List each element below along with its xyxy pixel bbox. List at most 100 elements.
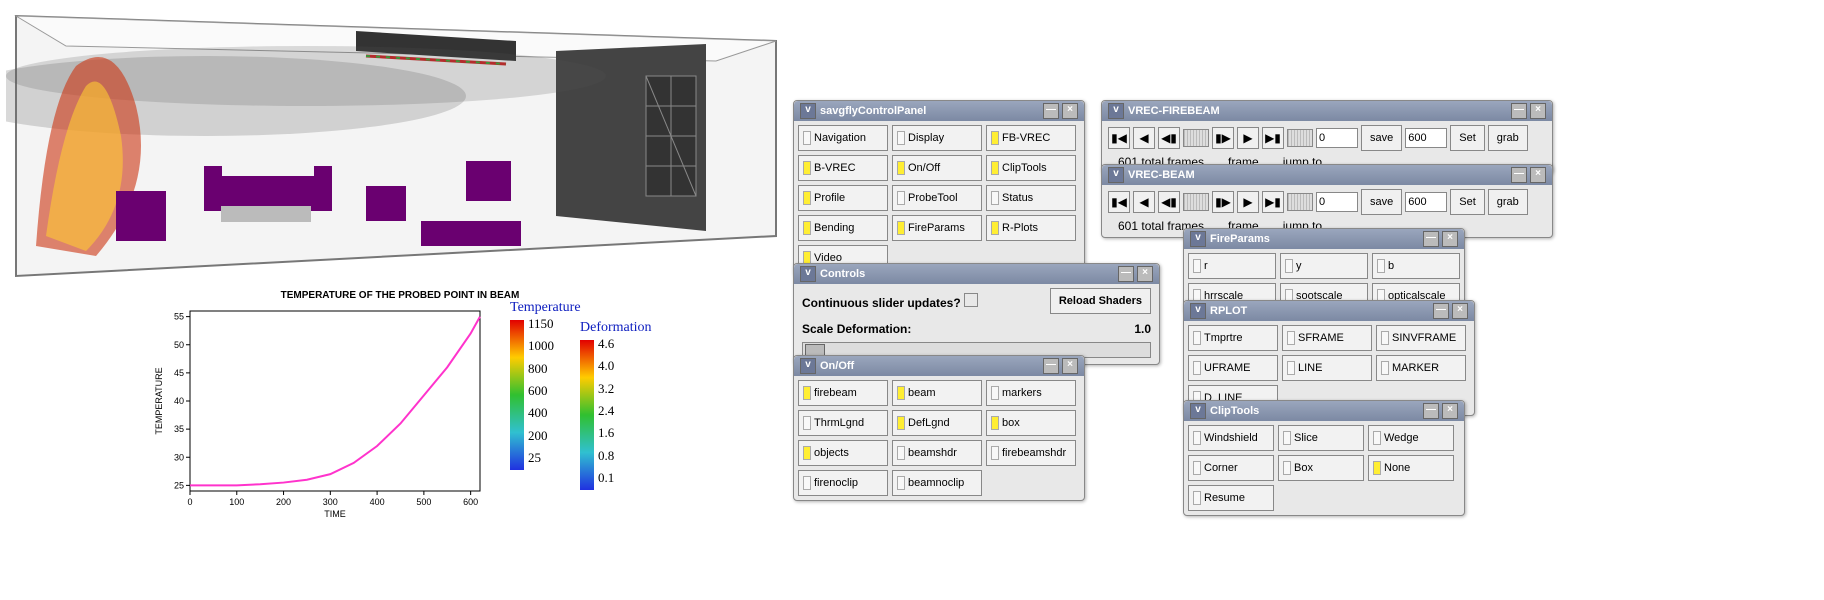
close-icon[interactable]: × [1530,167,1546,183]
toggle-slice[interactable]: Slice [1278,425,1364,451]
skip-end-icon[interactable]: ▶▮ [1262,127,1284,149]
toggle-label: firebeamshdr [1002,447,1066,459]
toggle-cliptools[interactable]: ClipTools [986,155,1076,181]
grab-button[interactable]: grab [1488,189,1528,215]
toggle-resume[interactable]: Resume [1188,485,1274,511]
indicator-icon [991,386,999,400]
toggle-markers[interactable]: markers [986,380,1076,406]
close-icon[interactable]: × [1062,103,1078,119]
prev-icon[interactable]: ◀ [1133,191,1155,213]
toggle-probetool[interactable]: ProbeTool [892,185,982,211]
minimize-icon[interactable]: — [1423,231,1439,247]
set-button[interactable]: Set [1450,125,1485,151]
toggle-beamshdr[interactable]: beamshdr [892,440,982,466]
toggle-firebeam[interactable]: firebeam [798,380,888,406]
toggle-b[interactable]: b [1372,253,1460,279]
close-icon[interactable]: × [1452,303,1468,319]
toggle-y[interactable]: y [1280,253,1368,279]
toggle-sframe[interactable]: SFRAME [1282,325,1372,351]
skip-start-icon[interactable]: ▮◀ [1108,127,1130,149]
reload-shaders-button[interactable]: Reload Shaders [1050,288,1151,314]
toggle-navigation[interactable]: Navigation [798,125,888,151]
toggle-label: SINVFRAME [1392,332,1456,344]
toggle-firenoclip[interactable]: firenoclip [798,470,888,496]
skip-end-icon[interactable]: ▶▮ [1262,191,1284,213]
set-button[interactable]: Set [1450,189,1485,215]
toggle-r-plots[interactable]: R-Plots [986,215,1076,241]
scale-deformation-value: 1.0 [1134,322,1151,336]
toggle-label: Tmprtre [1204,332,1243,344]
frame-slider[interactable] [1183,193,1209,211]
collapse-icon[interactable]: v [800,266,816,282]
step-fwd-icon[interactable]: ▮▶ [1212,191,1234,213]
close-icon[interactable]: × [1530,103,1546,119]
toggle-display[interactable]: Display [892,125,982,151]
minimize-icon[interactable]: — [1511,167,1527,183]
step-back-icon[interactable]: ◀▮ [1158,127,1180,149]
collapse-icon[interactable]: v [1108,167,1124,183]
toggle-objects[interactable]: objects [798,440,888,466]
toggle-line[interactable]: LINE [1282,355,1372,381]
toggle-uframe[interactable]: UFRAME [1188,355,1278,381]
close-icon[interactable]: × [1137,266,1153,282]
jump-input[interactable] [1405,128,1447,148]
toggle-box[interactable]: Box [1278,455,1364,481]
toggle-beamnoclip[interactable]: beamnoclip [892,470,982,496]
speed-slider[interactable] [1287,193,1313,211]
slider-updates-checkbox[interactable] [964,293,978,307]
indicator-icon [897,221,905,235]
toggle-corner[interactable]: Corner [1188,455,1274,481]
collapse-icon[interactable]: v [800,358,816,374]
toggle-sinvframe[interactable]: SINVFRAME [1376,325,1466,351]
toggle-windshield[interactable]: Windshield [1188,425,1274,451]
toggle-b-vrec[interactable]: B-VREC [798,155,888,181]
toggle-profile[interactable]: Profile [798,185,888,211]
toggle-label: firenoclip [814,477,858,489]
toggle-status[interactable]: Status [986,185,1076,211]
close-icon[interactable]: × [1062,358,1078,374]
minimize-icon[interactable]: — [1511,103,1527,119]
minimize-icon[interactable]: — [1118,266,1134,282]
minimize-icon[interactable]: — [1043,103,1059,119]
toggle-fireparams[interactable]: FireParams [892,215,982,241]
minimize-icon[interactable]: — [1433,303,1449,319]
skip-start-icon[interactable]: ▮◀ [1108,191,1130,213]
toggle-thrmlgnd[interactable]: ThrmLgnd [798,410,888,436]
play-icon[interactable]: ▶ [1237,127,1259,149]
close-icon[interactable]: × [1442,231,1458,247]
step-back-icon[interactable]: ◀▮ [1158,191,1180,213]
toggle-fb-vrec[interactable]: FB-VREC [986,125,1076,151]
toggle-none[interactable]: None [1368,455,1454,481]
toggle-r[interactable]: r [1188,253,1276,279]
collapse-icon[interactable]: v [1190,231,1206,247]
step-fwd-icon[interactable]: ▮▶ [1212,127,1234,149]
grab-button[interactable]: grab [1488,125,1528,151]
minimize-icon[interactable]: — [1043,358,1059,374]
toggle-firebeamshdr[interactable]: firebeamshdr [986,440,1076,466]
toggle-tmprtre[interactable]: Tmprtre [1188,325,1278,351]
collapse-icon[interactable]: v [1190,303,1206,319]
speed-slider[interactable] [1287,129,1313,147]
toggle-wedge[interactable]: Wedge [1368,425,1454,451]
prev-icon[interactable]: ◀ [1133,127,1155,149]
indicator-icon [897,386,905,400]
save-button[interactable]: save [1361,125,1402,151]
frame-slider[interactable] [1183,129,1209,147]
jump-input[interactable] [1405,192,1447,212]
collapse-icon[interactable]: v [800,103,816,119]
collapse-icon[interactable]: v [1108,103,1124,119]
panel-vrec-firebeam: v VREC-FIREBEAM —× ▮◀ ◀ ◀▮ ▮▶ ▶ ▶▮ save … [1101,100,1553,174]
save-button[interactable]: save [1361,189,1402,215]
toggle-beam[interactable]: beam [892,380,982,406]
play-icon[interactable]: ▶ [1237,191,1259,213]
minimize-icon[interactable]: — [1423,403,1439,419]
toggle-marker[interactable]: MARKER [1376,355,1466,381]
frame-input[interactable] [1316,128,1358,148]
collapse-icon[interactable]: v [1190,403,1206,419]
toggle-on-off[interactable]: On/Off [892,155,982,181]
toggle-box[interactable]: box [986,410,1076,436]
frame-input[interactable] [1316,192,1358,212]
toggle-deflgnd[interactable]: DefLgnd [892,410,982,436]
toggle-bending[interactable]: Bending [798,215,888,241]
close-icon[interactable]: × [1442,403,1458,419]
